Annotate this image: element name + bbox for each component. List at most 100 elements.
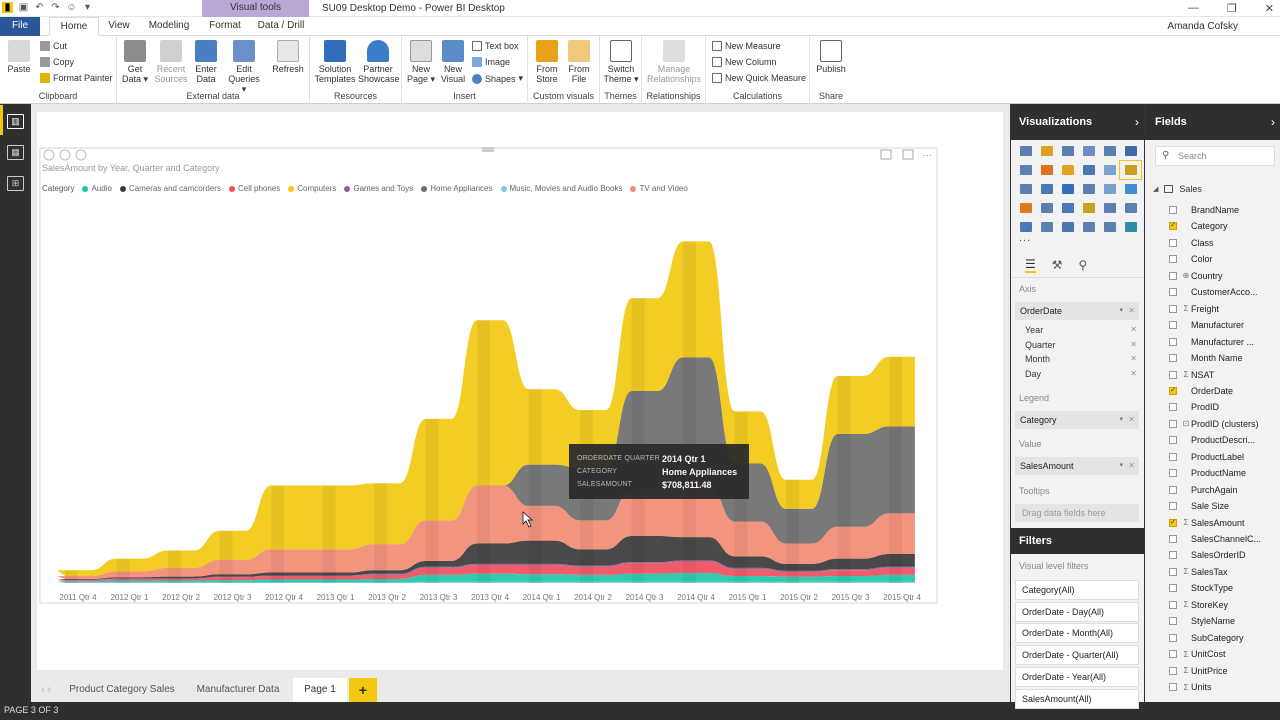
visual-type-icon[interactable] — [1078, 180, 1099, 198]
page-tab-product-category-sales[interactable]: Product Category Sales — [61, 678, 183, 702]
field-checkbox[interactable] — [1169, 304, 1177, 313]
field-item[interactable]: ✓ Σ SalesAmount — [1169, 515, 1277, 531]
axis-level-month[interactable]: Month ✕ — [1025, 352, 1139, 366]
field-checkbox[interactable]: ✓ — [1169, 518, 1177, 527]
field-item[interactable]: Σ SalesTax — [1169, 564, 1277, 580]
value-well-field[interactable]: SalesAmount ▾ ✕ — [1015, 457, 1139, 475]
add-page-button[interactable]: + — [349, 678, 377, 702]
close-icon[interactable]: ✕ — [1265, 2, 1274, 15]
visual-type-icon[interactable] — [1099, 199, 1120, 217]
field-item[interactable]: ⊕ Country — [1169, 268, 1277, 284]
field-checkbox[interactable] — [1169, 271, 1177, 280]
page-nav-arrows-icon[interactable]: ‹ › — [31, 678, 61, 702]
visual-type-icon[interactable] — [1099, 142, 1120, 160]
field-checkbox[interactable] — [1169, 419, 1177, 428]
visual-type-icon[interactable] — [1036, 180, 1057, 198]
field-item[interactable]: Σ Freight — [1169, 301, 1277, 317]
visual-type-icon[interactable] — [1036, 199, 1057, 217]
page-tab-manufacturer-data[interactable]: Manufacturer Data — [183, 678, 293, 702]
visual-type-icon[interactable] — [1015, 180, 1036, 198]
field-checkbox[interactable] — [1169, 666, 1177, 675]
field-item[interactable]: ProdID — [1169, 399, 1277, 415]
visual-type-icon[interactable] — [1120, 180, 1141, 198]
field-checkbox[interactable] — [1169, 337, 1177, 346]
axis-well-field[interactable]: OrderDate ▾ ✕ — [1015, 302, 1139, 320]
tooltips-drop-zone[interactable]: Drag data fields here — [1015, 504, 1139, 522]
legend-item[interactable]: Music, Movies and Audio Books — [500, 184, 622, 193]
field-checkbox[interactable] — [1169, 551, 1177, 560]
field-item[interactable]: Color — [1169, 251, 1277, 267]
field-checkbox[interactable] — [1169, 469, 1177, 478]
visual-type-icon[interactable] — [1015, 199, 1036, 217]
field-checkbox[interactable] — [1169, 617, 1177, 626]
field-checkbox[interactable] — [1169, 255, 1177, 264]
filter-card[interactable]: OrderDate - Month(All) — [1015, 623, 1139, 644]
field-checkbox[interactable] — [1169, 321, 1177, 330]
legend-item[interactable]: Cell phones — [228, 184, 280, 193]
more-visuals-icon[interactable]: ... — [1019, 232, 1031, 244]
field-item[interactable]: Month Name — [1169, 350, 1277, 366]
more-options-icon[interactable]: ··· — [922, 150, 932, 161]
field-checkbox[interactable] — [1169, 288, 1177, 297]
field-item[interactable]: PurchAgain — [1169, 482, 1277, 498]
field-item[interactable]: SubCategory — [1169, 630, 1277, 646]
field-item[interactable]: BrandName — [1169, 202, 1277, 218]
field-checkbox[interactable] — [1169, 436, 1177, 445]
remove-level-icon[interactable]: ✕ — [1130, 367, 1137, 381]
analytics-magnifier-icon[interactable]: ⚲ — [1079, 258, 1088, 272]
sales-table-node[interactable]: ◢ Sales — [1153, 184, 1202, 194]
drag-handle-icon[interactable] — [482, 147, 494, 152]
field-item[interactable]: Class — [1169, 235, 1277, 251]
legend-item[interactable]: Computers — [288, 184, 336, 193]
visual-type-icon[interactable] — [1015, 161, 1036, 179]
minimize-icon[interactable]: — — [1188, 2, 1199, 15]
axis-level-day[interactable]: Day ✕ — [1025, 367, 1139, 381]
visual-type-icon[interactable] — [1036, 142, 1057, 160]
field-item[interactable]: SalesOrderID — [1169, 547, 1277, 563]
field-item[interactable]: Σ UnitCost — [1169, 646, 1277, 662]
stream-chart-svg[interactable]: 2011 Qtr 4 2012 Qtr 1 2012 Qtr 2 2012 Qtr 3… — [0, 0, 1010, 620]
visual-type-icon[interactable] — [1078, 218, 1099, 236]
visual-type-icon[interactable] — [1099, 161, 1120, 179]
legend-item[interactable]: Cameras and camcorders — [119, 184, 221, 193]
expand-all-icon[interactable] — [75, 149, 87, 161]
format-paint-roller-icon[interactable]: ⚒ — [1052, 258, 1063, 272]
visual-type-icon[interactable] — [1078, 199, 1099, 217]
field-item[interactable]: Manufacturer — [1169, 317, 1277, 333]
filter-card[interactable]: OrderDate - Year(All) — [1015, 666, 1139, 687]
legend-item[interactable]: Audio — [82, 184, 112, 193]
field-item[interactable]: SalesChannelC... — [1169, 531, 1277, 547]
collapse-triangle-icon[interactable]: ◢ — [1153, 185, 1158, 193]
dropdown-icon[interactable]: ▾ — [1119, 411, 1123, 429]
field-checkbox[interactable]: ✓ — [1169, 222, 1177, 231]
field-item[interactable]: Σ StoreKey — [1169, 597, 1277, 613]
field-checkbox[interactable] — [1169, 650, 1177, 659]
field-item[interactable]: Manufacturer ... — [1169, 334, 1277, 350]
visual-type-icon[interactable] — [1057, 218, 1078, 236]
filter-card[interactable]: Category(All) — [1015, 580, 1139, 600]
filter-card[interactable]: OrderDate - Day(All) — [1015, 601, 1139, 622]
visual-type-icon[interactable] — [1099, 218, 1120, 236]
field-checkbox[interactable] — [1169, 206, 1177, 214]
signed-in-user[interactable]: Amanda Cofsky — [1167, 21, 1238, 32]
visual-type-icon[interactable] — [1119, 160, 1142, 180]
field-checkbox[interactable] — [1169, 238, 1177, 247]
field-item[interactable]: ProductName — [1169, 465, 1277, 481]
visual-type-icon[interactable] — [1120, 142, 1141, 160]
field-item[interactable]: StyleName — [1169, 613, 1277, 629]
visual-type-icon[interactable] — [1120, 218, 1141, 236]
visual-type-icon[interactable] — [1057, 180, 1078, 198]
visual-type-icon[interactable] — [1057, 142, 1078, 160]
field-checkbox[interactable] — [1169, 485, 1177, 494]
field-checkbox[interactable] — [1169, 633, 1177, 642]
axis-level-year[interactable]: Year ✕ — [1025, 323, 1139, 337]
remove-field-icon[interactable]: ✕ — [1128, 302, 1135, 320]
filter-card[interactable]: OrderDate - Quarter(All) — [1015, 645, 1139, 666]
field-item[interactable]: StockType — [1169, 580, 1277, 596]
field-item[interactable]: ⊡ ProdID (clusters) — [1169, 416, 1277, 432]
field-item[interactable]: CustomerAcco... — [1169, 284, 1277, 300]
field-item[interactable]: Σ UnitPrice — [1169, 663, 1277, 679]
field-item[interactable]: ProductDescri... — [1169, 432, 1277, 448]
field-item[interactable]: Σ NSAT — [1169, 367, 1277, 383]
field-checkbox[interactable] — [1169, 683, 1177, 692]
